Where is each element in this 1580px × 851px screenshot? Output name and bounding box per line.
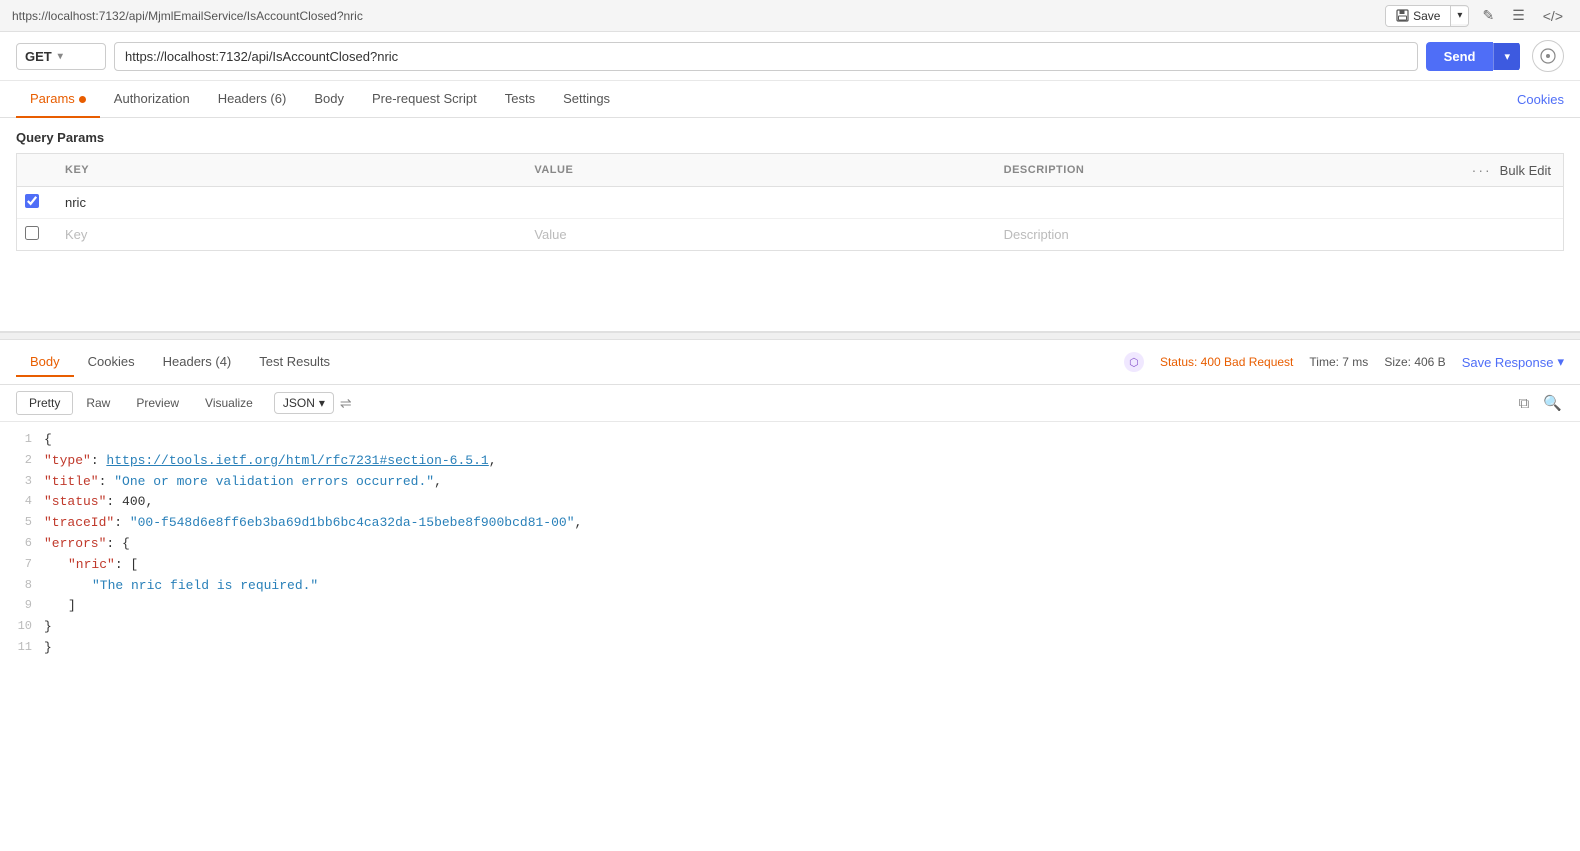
response-tab-cookies[interactable]: Cookies <box>74 348 149 377</box>
url-input[interactable] <box>114 42 1418 71</box>
code-line-2: 2 "type": https://tools.ietf.org/html/rf… <box>0 451 1580 472</box>
code-editor[interactable]: 1 { 2 "type": https://tools.ietf.org/htm… <box>0 422 1580 851</box>
header-check-col <box>17 163 55 177</box>
response-tabs: Body Cookies Headers (4) Test Results <box>16 348 344 376</box>
json-format-selector[interactable]: JSON ▾ <box>274 392 334 414</box>
format-tab-visualize[interactable]: Visualize <box>192 391 266 415</box>
method-chevron: ▾ <box>58 51 63 62</box>
table-row: nric <box>17 187 1563 219</box>
response-toolbar: Pretty Raw Preview Visualize JSON ▾ <box>0 385 1580 422</box>
response-meta: ⬡ Status: 400 Bad Request Time: 7 ms Siz… <box>1124 352 1564 372</box>
code-line-8: 8 "The nric field is required." <box>0 576 1580 597</box>
response-tab-test-results[interactable]: Test Results <box>245 348 344 377</box>
save-icon <box>1396 9 1409 22</box>
top-bar-url: https://localhost:7132/api/MjmlEmailServ… <box>12 9 363 23</box>
tab-settings[interactable]: Settings <box>549 81 624 118</box>
header-value: VALUE <box>524 156 993 184</box>
placeholder-desc[interactable]: Description <box>994 220 1463 249</box>
code-line-10: 10 } <box>0 617 1580 638</box>
response-tab-headers[interactable]: Headers (4) <box>149 348 246 377</box>
format-controls: Pretty Raw Preview Visualize JSON ▾ <box>16 391 352 415</box>
placeholder-checkbox[interactable] <box>25 226 39 240</box>
table-row-placeholder: Key Value Description <box>17 219 1563 250</box>
format-tab-preview[interactable]: Preview <box>123 391 192 415</box>
code-line-6: 6 "errors": { <box>0 534 1580 555</box>
request-tabs-bar: Params Authorization Headers (6) Body Pr… <box>0 81 1580 118</box>
placeholder-check <box>17 219 55 250</box>
method-label: GET <box>25 49 52 64</box>
param-row-actions <box>1463 196 1563 210</box>
tab-authorization[interactable]: Authorization <box>100 81 204 118</box>
doc-icon-button[interactable]: ☰ <box>1507 5 1530 26</box>
send-button-group[interactable]: Send ▾ <box>1426 42 1520 71</box>
placeholder-value[interactable]: Value <box>524 220 993 249</box>
status-badge: Status: 400 Bad Request <box>1160 355 1293 369</box>
top-bar: https://localhost:7132/api/MjmlEmailServ… <box>0 0 1580 32</box>
code-line-3: 3 "title": "One or more validation error… <box>0 472 1580 493</box>
param-value-cell[interactable] <box>524 196 993 210</box>
code-line-5: 5 "traceId": "00-f548d6e8ff6eb3ba69d1bb6… <box>0 513 1580 534</box>
edit-icon-button[interactable]: ✎ <box>1477 5 1499 26</box>
cookies-link[interactable]: Cookies <box>1517 92 1564 107</box>
param-key-cell[interactable]: nric <box>55 188 524 217</box>
tab-params[interactable]: Params <box>16 81 100 118</box>
filter-icon[interactable]: ⇌ <box>340 395 352 412</box>
tab-pre-request-script[interactable]: Pre-request Script <box>358 81 491 118</box>
params-table: KEY VALUE DESCRIPTION ··· Bulk Edit nric <box>16 153 1564 251</box>
tab-headers[interactable]: Headers (6) <box>204 81 301 118</box>
code-line-7: 7 "nric": [ <box>0 555 1580 576</box>
response-section: Body Cookies Headers (4) Test Results ⬡ … <box>0 340 1580 851</box>
code-line-4: 4 "status": 400, <box>0 492 1580 513</box>
code-line-11: 11 } <box>0 638 1580 659</box>
save-dropdown-arrow[interactable]: ▾ <box>1451 7 1468 24</box>
tab-tests[interactable]: Tests <box>491 81 549 118</box>
send-dropdown[interactable]: ▾ <box>1493 43 1520 70</box>
code-line-9: 9 ] <box>0 596 1580 617</box>
section-divider <box>0 332 1580 340</box>
request-section: GET ▾ Send ▾ Params Auth <box>0 32 1580 332</box>
header-key: KEY <box>55 156 524 184</box>
params-table-header: KEY VALUE DESCRIPTION ··· Bulk Edit <box>17 154 1563 187</box>
bulk-edit-button[interactable]: Bulk Edit <box>1500 163 1551 178</box>
placeholder-actions <box>1463 228 1563 242</box>
toolbar-right-icons: ⧉ 🔍 <box>1517 392 1564 414</box>
response-status-icon: ⬡ <box>1124 352 1144 372</box>
save-response-button[interactable]: Save Response ▾ <box>1462 354 1564 370</box>
copy-button[interactable]: ⧉ <box>1517 393 1532 414</box>
params-spacer <box>0 251 1580 331</box>
more-options-icon[interactable]: ··· <box>1472 162 1492 178</box>
main-container: GET ▾ Send ▾ Params Auth <box>0 32 1580 851</box>
eye-icon <box>1540 48 1556 64</box>
format-tabs: Pretty Raw Preview Visualize <box>16 391 266 415</box>
top-bar-actions: Save ▾ ✎ ☰ </> <box>1385 5 1568 27</box>
response-time: Time: 7 ms <box>1309 355 1368 369</box>
url-bar: GET ▾ Send ▾ <box>0 32 1580 81</box>
request-tabs: Params Authorization Headers (6) Body Pr… <box>16 81 624 117</box>
save-label[interactable]: Save <box>1386 6 1451 26</box>
placeholder-key[interactable]: Key <box>55 220 524 249</box>
row-checkbox-cell <box>17 187 55 218</box>
param-desc-cell[interactable] <box>994 196 1463 210</box>
format-tab-raw[interactable]: Raw <box>73 391 123 415</box>
params-dot <box>79 96 86 103</box>
header-description: DESCRIPTION <box>994 156 1463 184</box>
save-button-top[interactable]: Save ▾ <box>1385 5 1469 27</box>
response-tab-body[interactable]: Body <box>16 348 74 377</box>
format-tab-pretty[interactable]: Pretty <box>16 391 73 415</box>
eye-icon-button[interactable] <box>1532 40 1564 72</box>
response-header: Body Cookies Headers (4) Test Results ⬡ … <box>0 340 1580 385</box>
send-button[interactable]: Send <box>1426 42 1494 71</box>
response-size: Size: 406 B <box>1384 355 1445 369</box>
method-select[interactable]: GET ▾ <box>16 43 106 70</box>
query-params-section: Query Params KEY VALUE DESCRIPTION ··· B… <box>0 118 1580 251</box>
param-checkbox[interactable] <box>25 194 39 208</box>
query-params-label: Query Params <box>16 130 1564 145</box>
tab-body[interactable]: Body <box>300 81 358 118</box>
code-line-1: 1 { <box>0 430 1580 451</box>
code-icon-button[interactable]: </> <box>1538 6 1568 26</box>
search-button[interactable]: 🔍 <box>1541 392 1564 414</box>
